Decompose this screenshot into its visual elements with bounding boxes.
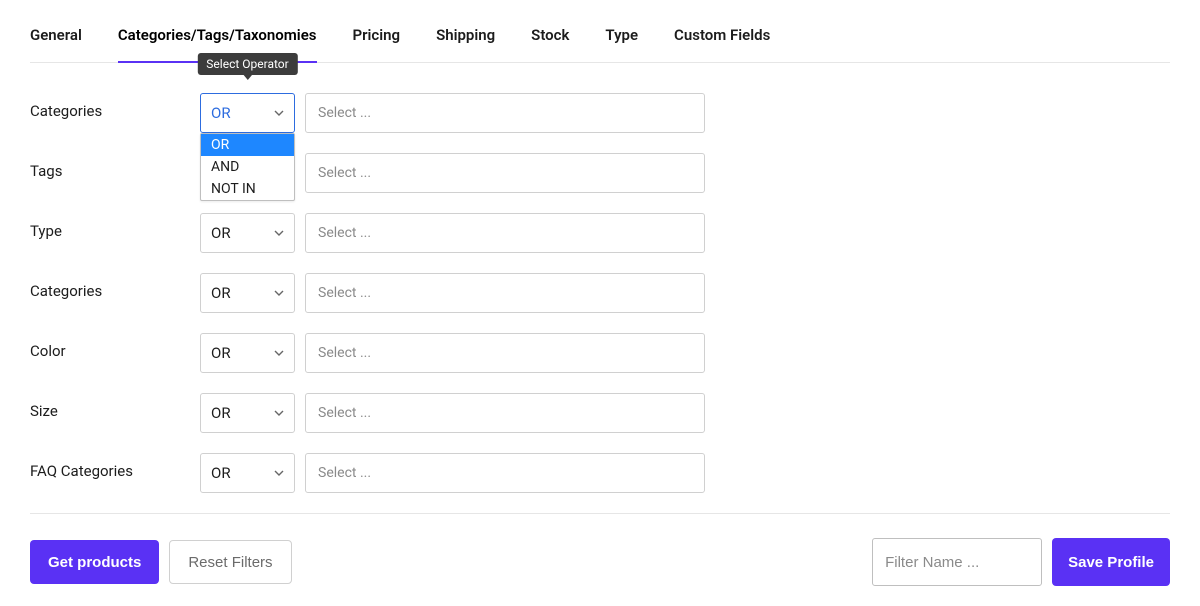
filter-row: Color OR Select ...	[30, 333, 1170, 373]
value-placeholder: Select ...	[318, 105, 371, 121]
value-placeholder: Select ...	[318, 165, 371, 181]
row-label: Size	[30, 393, 200, 420]
tab-categories-tags-taxonomies[interactable]: Categories/Tags/Taxonomies	[118, 14, 317, 62]
value-select[interactable]: Select ...	[305, 213, 705, 253]
operator-value: OR	[211, 406, 231, 421]
operator-option-and[interactable]: AND	[201, 156, 294, 178]
value-select[interactable]: Select ...	[305, 153, 705, 193]
bottom-left: Get products Reset Filters	[30, 540, 292, 584]
operator-select[interactable]: OR	[200, 393, 295, 433]
operator-value: OR	[211, 346, 231, 361]
operator-wrap: OR	[200, 213, 295, 253]
filter-row: Size OR Select ...	[30, 393, 1170, 433]
tab-shipping[interactable]: Shipping	[436, 14, 495, 62]
operator-wrap: OR	[200, 393, 295, 433]
chevron-down-icon	[274, 288, 284, 298]
chevron-down-icon	[274, 228, 284, 238]
value-placeholder: Select ...	[318, 465, 371, 481]
filter-row: Categories OR Select ...	[30, 273, 1170, 313]
row-label: Tags	[30, 153, 200, 180]
tab-bar: General Categories/Tags/Taxonomies Prici…	[30, 14, 1170, 63]
value-select[interactable]: Select ...	[305, 453, 705, 493]
operator-option-or[interactable]: OR	[201, 134, 294, 156]
value-placeholder: Select ...	[318, 285, 371, 301]
row-label: Color	[30, 333, 200, 360]
value-select[interactable]: Select ...	[305, 333, 705, 373]
operator-value: OR	[211, 286, 231, 301]
row-label: FAQ Categories	[30, 453, 200, 480]
value-placeholder: Select ...	[318, 225, 371, 241]
value-select[interactable]: Select ...	[305, 393, 705, 433]
chevron-down-icon	[274, 108, 284, 118]
operator-option-not-in[interactable]: NOT IN	[201, 178, 294, 200]
value-placeholder: Select ...	[318, 345, 371, 361]
operator-value: OR	[211, 466, 231, 481]
operator-wrap: Select Operator OR OR AND NOT IN	[200, 93, 295, 133]
operator-select[interactable]: OR	[200, 333, 295, 373]
reset-filters-button[interactable]: Reset Filters	[169, 540, 291, 584]
operator-value: OR	[211, 106, 231, 121]
operator-wrap: OR	[200, 453, 295, 493]
chevron-down-icon	[274, 408, 284, 418]
row-label: Type	[30, 213, 200, 240]
value-select[interactable]: Select ...	[305, 273, 705, 313]
get-products-button[interactable]: Get products	[30, 540, 159, 584]
filter-row: Type OR Select ...	[30, 213, 1170, 253]
operator-select[interactable]: OR	[200, 213, 295, 253]
filter-row: Categories Select Operator OR OR AND NOT…	[30, 93, 1170, 133]
row-label: Categories	[30, 273, 200, 300]
tab-custom-fields[interactable]: Custom Fields	[674, 14, 770, 62]
tab-stock[interactable]: Stock	[531, 14, 569, 62]
operator-select[interactable]: OR	[200, 273, 295, 313]
chevron-down-icon	[274, 348, 284, 358]
value-select[interactable]: Select ...	[305, 93, 705, 133]
tab-pricing[interactable]: Pricing	[353, 14, 401, 62]
value-placeholder: Select ...	[318, 405, 371, 421]
operator-wrap: OR	[200, 333, 295, 373]
filter-row: FAQ Categories OR Select ...	[30, 453, 1170, 493]
bottom-bar: Get products Reset Filters Save Profile	[30, 514, 1170, 586]
tab-general[interactable]: General	[30, 14, 82, 62]
filter-rows: Categories Select Operator OR OR AND NOT…	[30, 63, 1170, 493]
filters-page: General Categories/Tags/Taxonomies Prici…	[0, 0, 1200, 606]
chevron-down-icon	[274, 468, 284, 478]
operator-select[interactable]: OR	[200, 453, 295, 493]
operator-menu: OR AND NOT IN	[200, 133, 295, 201]
row-label: Categories	[30, 93, 200, 120]
operator-select[interactable]: OR	[200, 93, 295, 133]
tab-type[interactable]: Type	[605, 14, 638, 62]
operator-wrap: OR	[200, 273, 295, 313]
operator-value: OR	[211, 226, 231, 241]
